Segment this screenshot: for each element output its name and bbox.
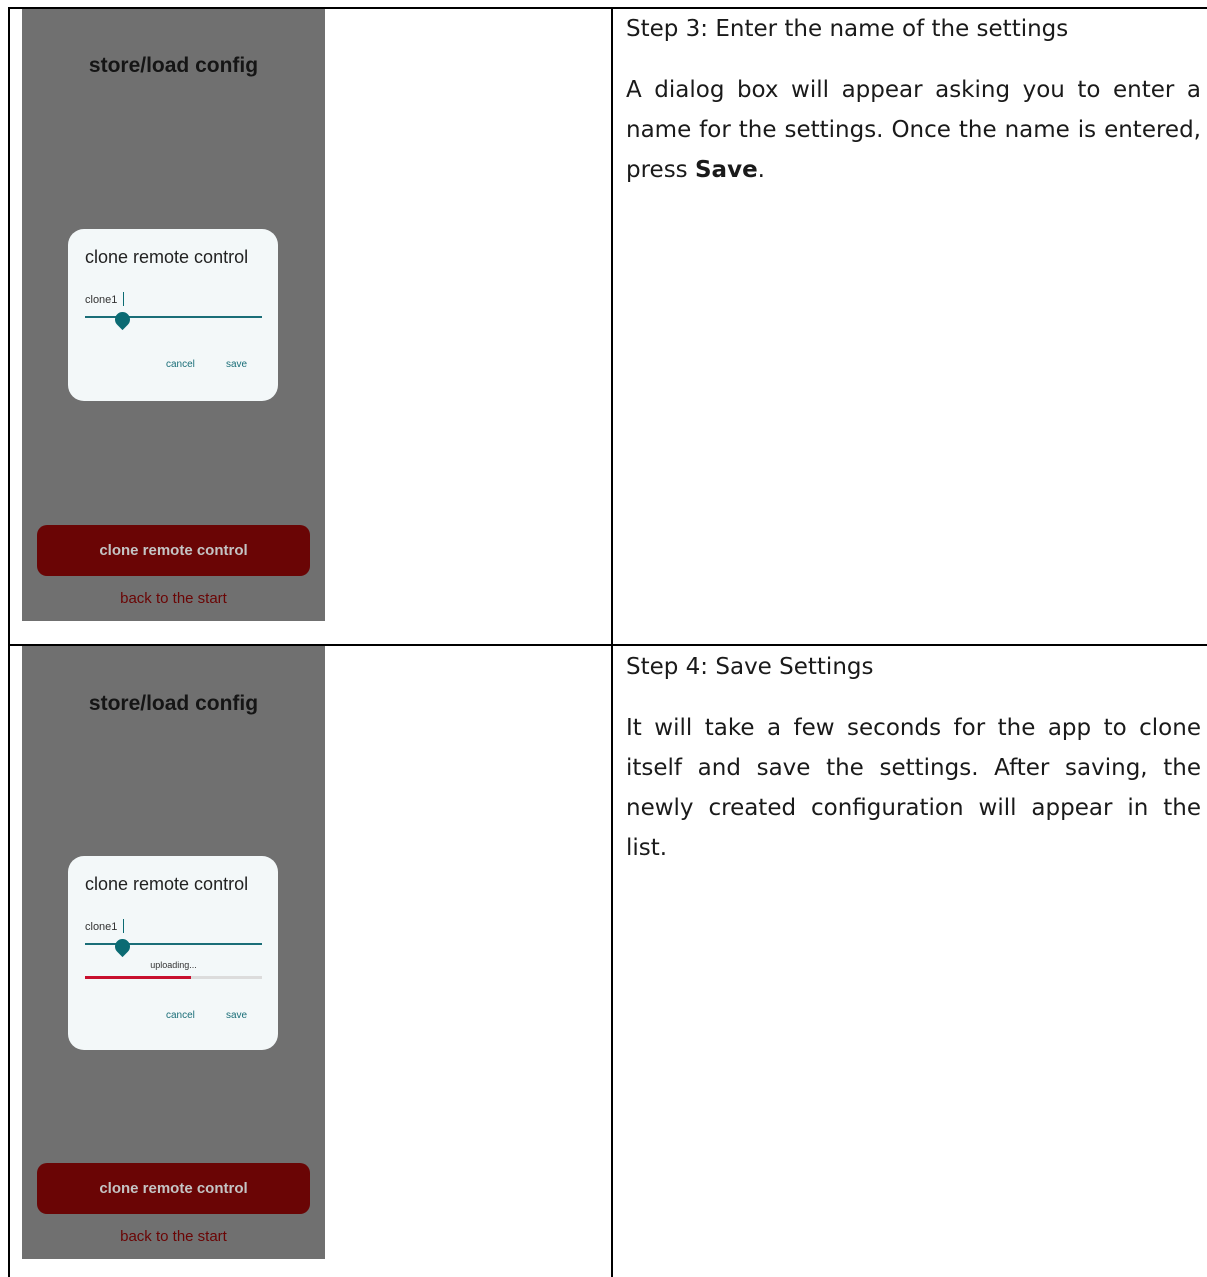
back-to-start-link[interactable]: back to the start <box>22 590 325 607</box>
save-emphasis: Save <box>694 157 758 183</box>
text-caret <box>123 919 124 933</box>
name-input[interactable]: clone1 <box>85 294 117 306</box>
step4-body: It will take a few seconds for the app t… <box>626 715 1201 861</box>
back-to-start-link[interactable]: back to the start <box>22 1228 325 1245</box>
table-border-left <box>8 7 10 1277</box>
clone-remote-control-button[interactable]: clone remote control <box>37 1163 310 1214</box>
screen-title: store/load config <box>88 54 259 77</box>
clone-dialog: clone remote control clone1 cancel save <box>68 229 278 401</box>
clone-remote-control-button[interactable]: clone remote control <box>37 525 310 576</box>
dialog-title: clone remote control <box>85 874 249 894</box>
save-button[interactable]: save <box>226 1010 247 1021</box>
screen-title: store/load config <box>88 692 259 715</box>
text-selection-handle-icon[interactable] <box>111 935 134 958</box>
dialog-title: clone remote control <box>85 247 249 267</box>
clone-dialog: clone remote control clone1 uploading...… <box>68 856 278 1050</box>
step4-heading: Step 4: Save Settings <box>626 654 874 680</box>
upload-progress-bar <box>85 976 262 979</box>
cancel-button[interactable]: cancel <box>166 1010 195 1021</box>
input-underline <box>85 943 262 945</box>
table-border-center <box>611 7 613 1277</box>
text-caret <box>123 292 124 306</box>
upload-progress-fill <box>85 976 192 979</box>
input-underline <box>85 316 262 318</box>
progress-label: uploading... <box>150 960 197 970</box>
text-selection-handle-icon[interactable] <box>111 308 134 331</box>
step3-heading: Step 3: Enter the name of the settings <box>626 16 1069 42</box>
document-page: store/load config clone remote control c… <box>0 0 1207 1277</box>
phone-screenshot-step4: store/load config clone remote control c… <box>22 646 325 1259</box>
cancel-button[interactable]: cancel <box>166 359 195 370</box>
step3-body: A dialog box will appear asking you to e… <box>626 77 1201 183</box>
name-input[interactable]: clone1 <box>85 921 117 933</box>
save-button[interactable]: save <box>226 359 247 370</box>
phone-screenshot-step3: store/load config clone remote control c… <box>22 9 325 621</box>
